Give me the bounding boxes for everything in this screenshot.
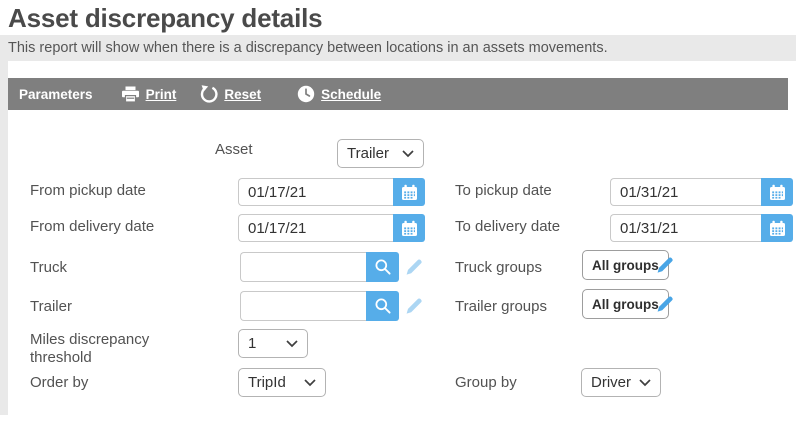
trailer-search-input[interactable]: [240, 291, 366, 321]
print-button[interactable]: Print: [121, 86, 177, 103]
truck-groups-edit-button[interactable]: [655, 255, 675, 275]
from-delivery-date-group: [238, 214, 425, 242]
from-pickup-date-input[interactable]: [238, 178, 393, 206]
trailer-label: Trailer: [30, 298, 72, 315]
from-pickup-date-label: From pickup date: [30, 182, 146, 199]
order-by-value: TripId: [248, 374, 286, 391]
order-by-label: Order by: [30, 374, 88, 391]
chevron-down-icon: [286, 340, 298, 348]
asset-dropdown[interactable]: Trailer: [337, 139, 424, 168]
parameters-toolbar: Parameters Print Reset Sch: [8, 78, 788, 110]
search-icon: [374, 297, 392, 315]
group-by-dropdown[interactable]: Driver: [581, 368, 661, 397]
pencil-icon: [404, 296, 424, 316]
page-title: Asset discrepancy details: [8, 3, 322, 34]
clock-icon: [297, 85, 315, 103]
to-delivery-date-label: To delivery date: [455, 218, 560, 235]
group-by-value: Driver: [591, 374, 631, 391]
truck-search-button[interactable]: [366, 252, 399, 282]
from-delivery-calendar-button[interactable]: [393, 214, 425, 242]
to-pickup-date-group: [610, 178, 793, 206]
trailer-groups-edit-button[interactable]: [655, 294, 675, 314]
from-pickup-calendar-button[interactable]: [393, 178, 425, 206]
asset-dropdown-value: Trailer: [347, 145, 389, 162]
truck-label: Truck: [30, 259, 67, 276]
print-label: Print: [146, 87, 177, 102]
to-pickup-calendar-button[interactable]: [761, 178, 793, 206]
miles-threshold-label: Miles discrepancy threshold: [30, 331, 195, 367]
calendar-icon: [401, 220, 418, 237]
to-delivery-date-input[interactable]: [610, 214, 761, 242]
calendar-icon: [769, 220, 786, 237]
to-delivery-date-group: [610, 214, 793, 242]
truck-groups-label: Truck groups: [455, 259, 542, 276]
search-icon: [374, 258, 392, 276]
group-by-label: Group by: [455, 374, 517, 391]
trailer-groups-label: Trailer groups: [455, 298, 547, 315]
to-pickup-date-label: To pickup date: [455, 182, 552, 199]
print-icon: [121, 86, 140, 103]
schedule-button[interactable]: Schedule: [297, 85, 381, 103]
reset-label: Reset: [224, 87, 261, 102]
miles-threshold-value: 1: [248, 335, 256, 352]
calendar-icon: [769, 184, 786, 201]
schedule-label: Schedule: [321, 87, 381, 102]
parameters-label: Parameters: [19, 87, 93, 102]
from-pickup-date-group: [238, 178, 425, 206]
truck-search-input[interactable]: [240, 252, 366, 282]
page-subtitle: This report will show when there is a di…: [0, 35, 796, 61]
trailer-search-button[interactable]: [366, 291, 399, 321]
truck-search-group: [240, 252, 399, 282]
left-gutter: [0, 61, 8, 415]
miles-threshold-dropdown[interactable]: 1: [238, 329, 308, 358]
asset-label: Asset: [215, 141, 253, 158]
pencil-icon: [404, 257, 424, 277]
calendar-icon: [401, 184, 418, 201]
chevron-down-icon: [639, 379, 651, 387]
chevron-down-icon: [304, 379, 316, 387]
to-pickup-date-input[interactable]: [610, 178, 761, 206]
reset-icon: [200, 85, 218, 103]
pencil-icon: [655, 255, 675, 275]
truck-edit-button[interactable]: [404, 257, 424, 277]
from-delivery-date-label: From delivery date: [30, 218, 154, 235]
page-subtitle-text: This report will show when there is a di…: [8, 40, 608, 56]
from-delivery-date-input[interactable]: [238, 214, 393, 242]
trailer-search-group: [240, 291, 399, 321]
to-delivery-calendar-button[interactable]: [761, 214, 793, 242]
trailer-edit-button[interactable]: [404, 296, 424, 316]
reset-button[interactable]: Reset: [200, 85, 261, 103]
pencil-icon: [655, 294, 675, 314]
order-by-dropdown[interactable]: TripId: [238, 368, 326, 397]
chevron-down-icon: [402, 150, 414, 158]
